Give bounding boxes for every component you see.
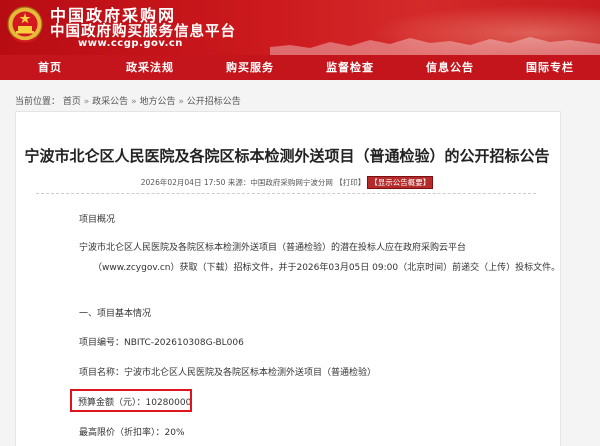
article-title: 宁波市北仑区人民医院及各院区标本检测外送项目（普通检验）的公开招标公告 [24,147,550,165]
breadcrumb-label: 当前位置： [15,97,61,107]
show-summary-button[interactable]: 【显示公告概要】 [367,176,434,189]
site-banner: 中国政府采购网 中国政府购买服务信息平台 www.ccgp.gov.cn [0,0,600,55]
price-cap: 最高限价（折扣率）：20% [79,428,185,438]
breadcrumb-local-notices[interactable]: 地方公告 [139,97,175,107]
nav-item-announcements[interactable]: 信息公告 [400,55,500,80]
nav-item-purchase-services[interactable]: 购买服务 [200,55,300,80]
overview-heading: 项目概况 [79,215,116,225]
breadcrumb-separator: » [131,97,137,107]
overview-line-1: 宁波市北仑区人民医院及各院区标本检测外送项目（普通检验）的潜在投标人应在政府采购… [79,243,467,253]
great-wall-decoration [270,37,600,55]
project-number: 项目编号：NBITC-202610308G-BL006 [79,338,244,348]
article-meta: 2026年02月04日 17:50 来源：中国政府采购网宁波分网 【打印】 【显示… [0,176,574,189]
breadcrumb-separator: » [83,97,90,107]
section-heading: 一、项目基本情况 [79,309,152,319]
breadcrumb-home[interactable]: 首页 [63,97,81,107]
breadcrumb: 当前位置： 首页 » 政采公告 » 地方公告 » 公开招标公告 [15,94,241,107]
breadcrumb-separator: » [178,97,184,107]
nav-item-home[interactable]: 首页 [0,55,100,80]
breadcrumb-public-tender[interactable]: 公开招标公告 [187,97,241,107]
article-meta-text: 2026年02月04日 17:50 来源：中国政府采购网宁波分网 【打印】 [140,178,366,187]
national-emblem-icon [7,6,43,43]
budget-highlight-box [70,389,192,412]
nav-item-international[interactable]: 国际专栏 [500,55,600,80]
nav-item-regulations[interactable]: 政采法规 [100,55,200,80]
meta-divider [36,193,536,194]
breadcrumb-procurement-notices[interactable]: 政采公告 [92,97,128,107]
nav-item-supervision[interactable]: 监督检查 [300,55,400,80]
project-name: 项目名称：宁波市北仑区人民医院及各院区标本检测外送项目（普通检验） [79,368,377,378]
main-nav: 首页 政采法规 购买服务 监督检查 信息公告 国际专栏 [0,55,600,80]
overview-line-2: （www.zcygov.cn）获取（下载）招标文件，并于2026年03月05日 … [93,263,561,273]
site-url: www.ccgp.gov.cn [78,38,183,49]
